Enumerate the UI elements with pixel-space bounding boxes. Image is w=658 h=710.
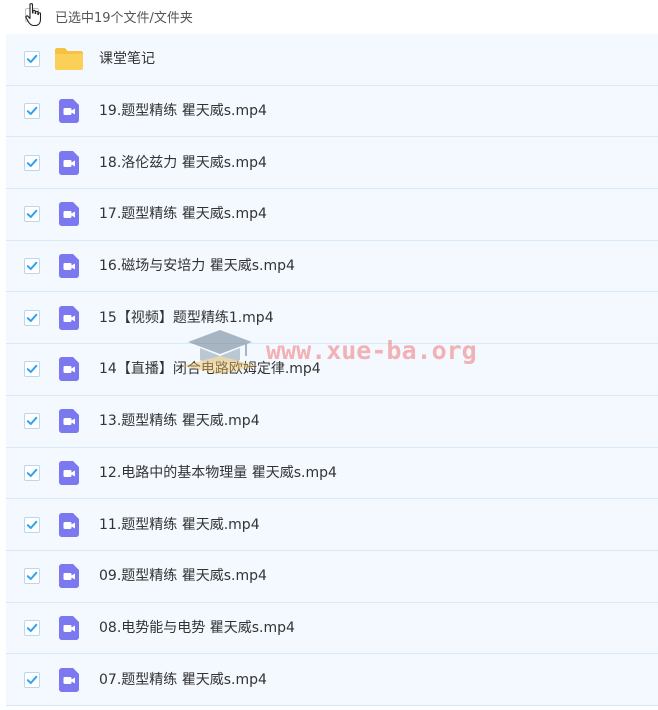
video-file-icon xyxy=(56,356,82,386)
file-row[interactable]: 08.电势能与电势 瞿天威s.mp4 xyxy=(6,602,658,655)
checkmark-icon xyxy=(26,261,38,271)
video-file-icon xyxy=(56,98,82,128)
row-checkbox[interactable] xyxy=(24,464,40,481)
file-name[interactable]: 课堂笔记 xyxy=(99,50,155,68)
checkmark-icon xyxy=(26,158,38,167)
checkmark-icon xyxy=(26,468,38,477)
file-row[interactable]: 18.洛伦兹力 瞿天威s.mp4 xyxy=(6,137,658,190)
checkmark-icon xyxy=(26,572,38,581)
file-name[interactable]: 14【直播】闭合电路欧姆定律.mp4 xyxy=(99,360,321,378)
row-checkbox[interactable] xyxy=(24,361,40,378)
checkmark-icon xyxy=(26,520,38,529)
video-file-icon xyxy=(56,305,82,335)
row-checkbox[interactable] xyxy=(24,103,40,120)
folder-icon xyxy=(54,46,84,76)
row-checkbox[interactable] xyxy=(24,154,40,171)
row-checkbox[interactable] xyxy=(24,258,40,275)
checkmark-icon xyxy=(26,55,38,64)
hand-cursor-icon xyxy=(25,3,42,27)
row-checkbox[interactable] xyxy=(24,51,40,68)
row-checkbox[interactable] xyxy=(24,671,40,688)
row-checkbox[interactable] xyxy=(24,206,40,223)
file-name[interactable]: 18.洛伦兹力 瞿天威s.mp4 xyxy=(99,154,267,172)
file-name[interactable]: 16.磁场与安培力 瞿天威s.mp4 xyxy=(99,257,295,275)
video-file-icon xyxy=(56,615,82,645)
file-name[interactable]: 09.题型精练 瞿天威s.mp4 xyxy=(99,567,267,585)
file-row[interactable]: 16.磁场与安培力 瞿天威s.mp4 xyxy=(6,240,658,293)
file-row[interactable]: 07.题型精练 瞿天威s.mp4 xyxy=(6,654,658,706)
file-row[interactable]: 课堂笔记 xyxy=(6,34,658,86)
selection-count-text: 已选中19个文件/文件夹 xyxy=(55,11,193,26)
checkmark-icon xyxy=(26,623,38,632)
file-name[interactable]: 12.电路中的基本物理量 瞿天威s.mp4 xyxy=(99,464,337,482)
checkmark-icon xyxy=(26,106,38,116)
file-list: 课堂笔记 19.题型精练 瞿天威s.mp4 18.洛伦兹力 瞿天威s.mp4 1… xyxy=(6,34,658,710)
file-row[interactable]: 14【直播】闭合电路欧姆定律.mp4 xyxy=(6,344,658,396)
checkmark-icon xyxy=(26,675,38,684)
row-checkbox[interactable] xyxy=(24,309,40,326)
row-checkbox[interactable] xyxy=(24,568,40,585)
file-row[interactable]: 17.题型精练 瞿天威s.mp4 xyxy=(6,189,658,241)
file-name[interactable]: 11.题型精练 瞿天威.mp4 xyxy=(99,516,260,534)
file-name[interactable]: 15【视频】题型精练1.mp4 xyxy=(99,309,274,327)
file-name[interactable]: 13.题型精练 瞿天威.mp4 xyxy=(99,412,260,430)
row-checkbox[interactable] xyxy=(24,619,40,636)
video-file-icon xyxy=(56,253,82,283)
checkmark-icon xyxy=(26,210,38,219)
file-row[interactable]: 09.题型精练 瞿天威s.mp4 xyxy=(6,550,658,603)
video-file-icon xyxy=(56,667,82,697)
file-name[interactable]: 17.题型精练 瞿天威s.mp4 xyxy=(99,205,267,223)
checkmark-icon xyxy=(26,313,38,322)
video-file-icon xyxy=(56,150,82,180)
video-file-icon xyxy=(56,201,82,231)
checkmark-icon xyxy=(26,365,38,374)
video-file-icon xyxy=(56,563,82,593)
file-name[interactable]: 07.题型精练 瞿天威s.mp4 xyxy=(99,671,267,689)
file-name[interactable]: 19.题型精练 瞿天威s.mp4 xyxy=(99,102,267,120)
file-row[interactable]: 13.题型精练 瞿天威.mp4 xyxy=(6,395,658,448)
file-row[interactable]: 19.题型精练 瞿天威s.mp4 xyxy=(6,85,658,138)
video-file-icon xyxy=(56,408,82,438)
selection-header: 已选中19个文件/文件夹 xyxy=(0,0,658,33)
checkmark-icon xyxy=(26,416,38,426)
video-file-icon xyxy=(56,460,82,490)
row-checkbox[interactable] xyxy=(24,516,40,533)
file-row[interactable]: 12.电路中的基本物理量 瞿天威s.mp4 xyxy=(6,447,658,500)
video-file-icon xyxy=(56,512,82,542)
file-name[interactable]: 08.电势能与电势 瞿天威s.mp4 xyxy=(99,619,295,637)
file-row[interactable]: 15【视频】题型精练1.mp4 xyxy=(6,292,658,345)
row-checkbox[interactable] xyxy=(24,413,40,430)
file-row[interactable]: 11.题型精练 瞿天威.mp4 xyxy=(6,499,658,551)
